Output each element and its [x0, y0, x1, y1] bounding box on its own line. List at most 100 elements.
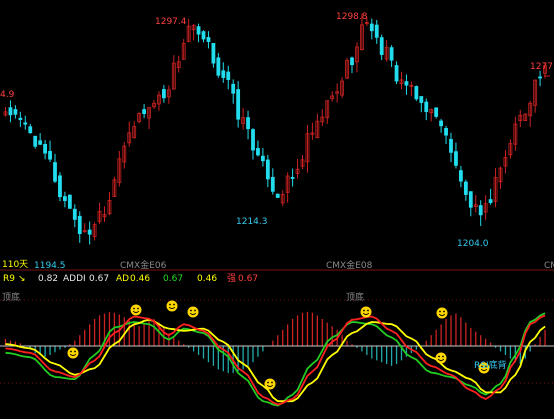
price-label-high-3: 1277	[530, 62, 553, 72]
candle-body	[33, 135, 38, 147]
candle-body	[28, 126, 33, 134]
period-label: 110天	[2, 260, 29, 270]
price-label-low-2: 1204.0	[457, 239, 489, 249]
candle-body	[226, 71, 231, 80]
candle-body	[251, 129, 255, 151]
ad-value: 0.46	[130, 274, 151, 284]
smiley-eye	[70, 350, 72, 353]
contract-label-1: CMX金E06	[120, 261, 167, 271]
ad-label: AD	[116, 274, 130, 284]
candle-body	[221, 70, 226, 78]
candle-body	[142, 109, 147, 115]
addi-value: 0.67	[89, 274, 110, 284]
smiley-eye	[169, 303, 171, 306]
smiley-eye	[173, 303, 175, 306]
smiley-eye	[194, 309, 196, 312]
candle-body	[43, 143, 47, 154]
indicator-line-d	[5, 318, 546, 403]
candle-body	[389, 47, 394, 61]
candle-body	[211, 43, 216, 64]
smiley-marker	[360, 306, 372, 318]
candle-body	[463, 181, 468, 195]
candle-body	[424, 101, 429, 112]
green-value: 0.67	[163, 274, 184, 284]
candle-body	[444, 128, 448, 136]
candle-body	[53, 162, 57, 182]
candle-body	[419, 96, 424, 103]
candle-body	[538, 76, 542, 79]
indicator-value-1: 0.82	[38, 274, 59, 284]
smiley-eye	[271, 381, 273, 384]
candle-body	[260, 155, 265, 162]
candle-body	[196, 26, 201, 35]
candle-body	[18, 117, 23, 120]
smiley-eye	[267, 381, 269, 384]
candle-body	[67, 194, 72, 209]
strong-label: 强	[227, 274, 237, 284]
candle-body	[439, 120, 444, 127]
candle-body	[72, 208, 77, 220]
smiley-marker	[67, 347, 79, 359]
candle-body	[265, 159, 270, 180]
candle-body	[58, 175, 62, 198]
candle-body	[275, 193, 280, 198]
rsi-divergence-label: RSI底背	[474, 361, 507, 371]
candle-body	[201, 31, 206, 40]
price-label-high-1: 1297.4	[155, 17, 187, 27]
contract-label-3: CM	[544, 261, 554, 271]
smiley-eye	[367, 309, 369, 312]
top-divergence-label-mid: 顶底	[346, 293, 365, 303]
candle-body	[488, 199, 493, 203]
smiley-eye	[363, 309, 365, 312]
price-label-low-1: 1214.3	[236, 217, 268, 227]
yellow-value: 0.46	[197, 274, 218, 284]
candle-body	[206, 37, 211, 42]
smiley-marker	[436, 307, 448, 319]
smiley-eye	[438, 355, 440, 358]
candle-body	[256, 148, 260, 156]
indicator-line-j	[5, 312, 546, 407]
candle-body	[246, 117, 250, 130]
candle-body	[38, 140, 43, 145]
smiley-eye	[133, 307, 135, 310]
candle-body	[8, 107, 13, 116]
candle-body	[48, 150, 52, 160]
smiley-eye	[442, 355, 444, 358]
addi-label: ADDI	[63, 274, 86, 284]
candle-body	[270, 177, 275, 192]
candle-body	[13, 109, 18, 115]
candle-body	[216, 57, 221, 76]
indicator-line-k	[5, 314, 546, 406]
candle-body	[468, 191, 473, 208]
candle-body	[414, 86, 419, 100]
candle-body	[350, 57, 354, 66]
contract-label-2: CMX金E08	[326, 261, 373, 271]
candle-body	[394, 65, 399, 82]
candle-body	[63, 196, 67, 201]
indicator-name: R9	[3, 274, 15, 284]
smiley-marker	[187, 306, 199, 318]
candle-body	[161, 89, 166, 99]
smiley-eye	[190, 309, 192, 312]
chart-svg	[0, 13, 554, 407]
indicator-name-arrow: ↘	[18, 274, 26, 284]
candle-body	[290, 177, 295, 179]
smiley-marker	[264, 378, 276, 390]
candle-body	[404, 81, 409, 86]
price-label-low-0: 1194.5	[34, 261, 66, 271]
top-divergence-label-left: 顶底	[2, 293, 21, 303]
chart-stage: 4.9 1297.4 1298.8 1277 1214.3 1204.0 110…	[0, 0, 554, 415]
candle-body	[458, 170, 463, 182]
price-label-high-2: 1298.8	[336, 12, 368, 22]
candle-body	[478, 205, 483, 216]
candle-body	[231, 83, 236, 94]
smiley-marker	[130, 304, 142, 316]
candle-body	[87, 229, 92, 235]
strong-value: 0.67	[238, 274, 259, 284]
candle-body	[23, 122, 28, 125]
smiley-eye	[74, 350, 76, 353]
candle-body	[236, 89, 241, 120]
candle-body	[449, 139, 453, 153]
smiley-eye	[443, 310, 445, 313]
candle-body	[369, 23, 374, 32]
